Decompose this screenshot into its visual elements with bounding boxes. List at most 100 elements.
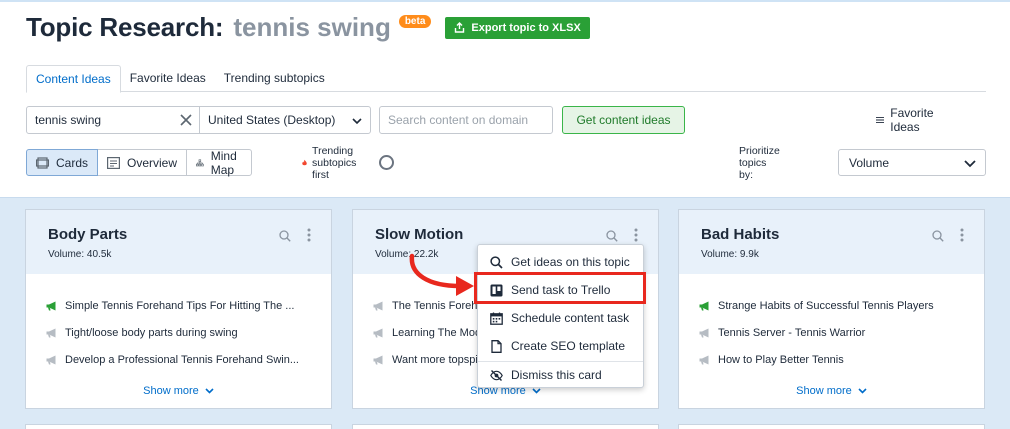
eye-off-icon xyxy=(490,369,503,381)
topic-card-bad-habits[interactable]: Bad Habits Volume: 9.9k Strange Habits o… xyxy=(678,209,985,409)
export-label: Export topic to XLSX xyxy=(471,21,581,34)
tab-content-ideas[interactable]: Content Ideas xyxy=(26,65,121,93)
list-item[interactable]: How to Play Better Tennis xyxy=(699,346,984,373)
megaphone-icon xyxy=(373,355,383,364)
view-overview-button[interactable]: Overview xyxy=(97,149,188,176)
search-icon[interactable] xyxy=(606,230,618,242)
prioritize-select[interactable]: Volume xyxy=(838,149,986,176)
next-row-card xyxy=(352,424,659,429)
trending-toggle-group: Trending subtopics first xyxy=(302,145,395,181)
item-title: Tennis Server - Tennis Warrior xyxy=(718,326,866,339)
flame-icon xyxy=(302,159,307,166)
topic-card-body-parts[interactable]: Body Parts Volume: 40.5k Simple Tennis F… xyxy=(25,209,332,409)
card-header: Body Parts Volume: 40.5k xyxy=(26,210,331,274)
more-vertical-icon[interactable] xyxy=(634,228,638,242)
menu-create-seo-template[interactable]: Create SEO template xyxy=(478,332,643,360)
tab-favorite-ideas[interactable]: Favorite Ideas xyxy=(121,65,215,92)
menu-dismiss-card[interactable]: Dismiss this card xyxy=(478,362,643,388)
list-item[interactable]: Strange Habits of Successful Tennis Play… xyxy=(699,292,984,319)
card-items: Simple Tennis Forehand Tips For Hitting … xyxy=(26,274,331,373)
card-context-menu: Get ideas on this topic Send task to Tre… xyxy=(477,244,644,388)
card-volume: Volume: 40.5k xyxy=(48,249,112,260)
view-switcher: Cards Overview Mind Map xyxy=(26,148,253,177)
topic-search-input[interactable]: tennis swing xyxy=(26,106,200,134)
megaphone-icon xyxy=(699,301,709,310)
export-icon xyxy=(455,22,465,33)
list-item[interactable]: Develop a Professional Tennis Forehand S… xyxy=(46,346,331,373)
topic-search-value: tennis swing xyxy=(35,113,102,127)
favorite-ideas-label: Favorite Ideas xyxy=(890,106,934,134)
export-xlsx-button[interactable]: Export topic to XLSX xyxy=(445,16,590,39)
document-icon xyxy=(491,339,502,353)
favorite-ideas-link[interactable]: Favorite Ideas xyxy=(876,106,938,134)
view-mindmap-label: Mind Map xyxy=(210,148,237,177)
megaphone-icon xyxy=(699,355,709,364)
calendar-icon xyxy=(490,312,503,325)
megaphone-icon xyxy=(46,301,56,310)
cards-icon xyxy=(36,156,49,169)
overview-icon xyxy=(107,156,121,169)
menu-schedule-task[interactable]: Schedule content task xyxy=(478,304,643,332)
show-more-link[interactable]: Show more xyxy=(26,385,331,397)
highlight-box xyxy=(474,272,646,304)
domain-search-input[interactable]: Search content on domain xyxy=(379,106,553,134)
item-title: Simple Tennis Forehand Tips For Hitting … xyxy=(65,299,295,312)
trending-label: Trending subtopics first xyxy=(312,144,357,181)
chevron-down-icon xyxy=(352,118,362,125)
view-cards-label: Cards xyxy=(56,155,89,170)
megaphone-icon xyxy=(373,301,383,310)
domain-placeholder: Search content on domain xyxy=(388,113,529,127)
menu-item-label: Get ideas on this topic xyxy=(511,255,630,269)
page-header: Topic Research: tennis swing beta Export… xyxy=(26,12,590,43)
clear-icon[interactable] xyxy=(179,113,193,127)
view-mindmap-button[interactable]: Mind Map xyxy=(186,148,253,177)
show-more-label: Show more xyxy=(143,385,199,397)
search-icon xyxy=(490,255,503,269)
trending-toggle[interactable] xyxy=(378,155,395,170)
prioritize-label: Prioritize topics by: xyxy=(739,144,780,181)
card-volume: Volume: 9.9k xyxy=(701,249,759,260)
list-item[interactable]: Simple Tennis Forehand Tips For Hitting … xyxy=(46,292,331,319)
more-vertical-icon[interactable] xyxy=(307,228,311,242)
chevron-down-icon xyxy=(205,388,214,394)
menu-item-label: Dismiss this card xyxy=(511,368,602,382)
page-title: Topic Research: xyxy=(26,12,224,42)
chevron-down-icon xyxy=(964,160,976,168)
more-vertical-icon[interactable] xyxy=(960,228,964,242)
view-cards-button[interactable]: Cards xyxy=(26,149,99,176)
list-icon xyxy=(876,117,885,123)
chevron-down-icon xyxy=(858,388,867,394)
get-content-ideas-button[interactable]: Get content ideas xyxy=(562,106,685,134)
list-item[interactable]: Tennis Server - Tennis Warrior xyxy=(699,319,984,346)
country-select[interactable]: United States (Desktop) xyxy=(199,106,371,134)
search-icon[interactable] xyxy=(279,230,291,242)
tab-trending-subtopics[interactable]: Trending subtopics xyxy=(215,65,334,92)
next-row-card xyxy=(25,424,332,429)
chevron-down-icon xyxy=(532,388,541,394)
item-title: Tight/loose body parts during swing xyxy=(65,326,238,339)
item-title: How to Play Better Tennis xyxy=(718,353,844,366)
beta-badge: beta xyxy=(398,15,432,28)
annotation-arrow-icon xyxy=(409,253,474,296)
megaphone-icon xyxy=(46,355,56,364)
list-item[interactable]: Tight/loose body parts during swing xyxy=(46,319,331,346)
view-overview-label: Overview xyxy=(127,155,178,170)
megaphone-icon xyxy=(46,328,56,337)
mindmap-icon xyxy=(196,158,204,166)
prioritize-value: Volume xyxy=(849,155,890,170)
country-value: United States (Desktop) xyxy=(208,113,336,127)
next-row-card xyxy=(678,424,985,429)
topic-name: tennis swing xyxy=(233,12,391,42)
search-icon[interactable] xyxy=(932,230,944,242)
top-border xyxy=(0,0,1010,2)
menu-item-label: Schedule content task xyxy=(511,311,630,325)
megaphone-icon xyxy=(373,328,383,337)
menu-item-label: Create SEO template xyxy=(511,339,626,353)
card-header: Bad Habits Volume: 9.9k xyxy=(679,210,984,274)
show-more-link[interactable]: Show more xyxy=(679,385,984,397)
show-more-label: Show more xyxy=(796,385,852,397)
tab-bar: Content Ideas Favorite Ideas Trending su… xyxy=(26,65,986,93)
megaphone-icon xyxy=(699,328,709,337)
item-title: Develop a Professional Tennis Forehand S… xyxy=(65,353,299,366)
card-items: Strange Habits of Successful Tennis Play… xyxy=(679,274,984,373)
